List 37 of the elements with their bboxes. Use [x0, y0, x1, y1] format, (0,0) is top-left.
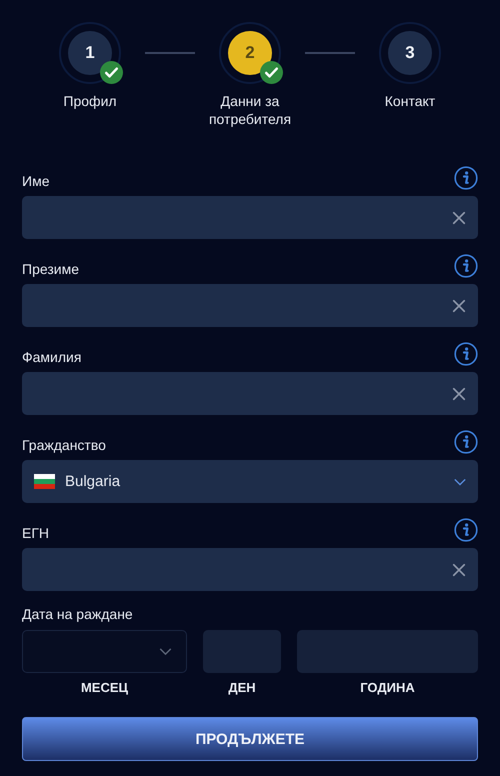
country-select[interactable]: Bulgaria	[22, 460, 478, 503]
input-field[interactable]	[203, 630, 281, 673]
clear-icon[interactable]	[452, 298, 466, 312]
info-icon[interactable]	[454, 430, 478, 454]
field-label: Фамилия	[22, 349, 82, 365]
info-icon[interactable]	[454, 166, 478, 190]
clear-icon[interactable]	[452, 562, 466, 576]
step-circle: 2	[228, 31, 272, 75]
step-label: Данни за потребителя	[208, 92, 292, 128]
date-caption: МЕСЕЦ	[80, 680, 128, 695]
field-label: Дата на раждане	[22, 606, 133, 622]
check-icon	[260, 61, 283, 84]
chevron-down-icon	[159, 648, 172, 655]
input-field[interactable]	[297, 630, 478, 673]
info-icon[interactable]	[454, 342, 478, 366]
continue-button[interactable]: ПРОДЪЛЖЕТЕ	[22, 717, 478, 761]
clear-icon[interactable]	[452, 386, 466, 400]
info-icon[interactable]	[454, 254, 478, 278]
input-field[interactable]	[22, 196, 478, 239]
date-caption: ГОДИНА	[360, 680, 415, 695]
field-label: Гражданство	[22, 437, 106, 453]
field-label: Име	[22, 173, 50, 189]
clear-icon[interactable]	[452, 210, 466, 224]
input-field[interactable]	[22, 284, 478, 327]
info-icon[interactable]	[454, 518, 478, 542]
step-label: Контакт	[384, 92, 436, 110]
input-field[interactable]	[22, 372, 478, 415]
date-caption: ДЕН	[228, 680, 256, 695]
step-label: Профил	[62, 92, 118, 110]
field-label: ЕГН	[22, 525, 50, 541]
field-label: Презиме	[22, 261, 79, 277]
chevron-down-icon	[454, 478, 466, 486]
step-circle: 1	[68, 31, 112, 75]
input-field[interactable]	[22, 548, 478, 591]
check-icon	[100, 61, 123, 84]
step-circle: 3	[388, 31, 432, 75]
flag-icon	[34, 474, 55, 489]
